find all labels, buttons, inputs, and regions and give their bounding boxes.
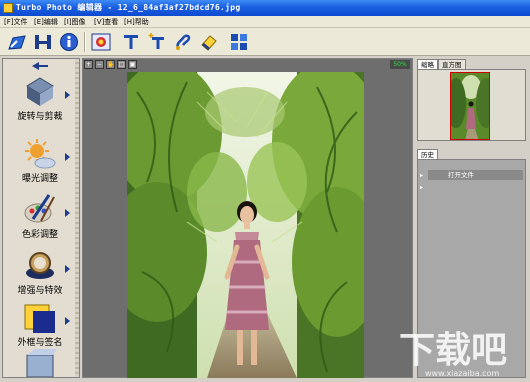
fit-window-icon[interactable]: □ <box>117 60 126 69</box>
tool-label: 色彩调整 <box>21 230 58 240</box>
color-adjust-icon <box>24 194 55 223</box>
watermark-logo: 下载吧 www.xiazaiba.com <box>395 322 530 380</box>
zoom-out-icon[interactable]: − <box>95 60 104 69</box>
frame-signature-icon <box>24 304 55 333</box>
menu-edit[interactable]: [E]编辑 <box>34 17 58 27</box>
tools-panel: 旋转与剪裁 曝光调整 色彩调整 增强与特效 外框与签名 <box>2 58 80 378</box>
rotate-crop-icon <box>26 77 54 106</box>
info-icon <box>60 33 78 51</box>
menu-help[interactable]: [H]帮助 <box>124 17 149 27</box>
history-marker-icon: ▸ <box>420 184 424 191</box>
tool-label: 外框与签名 <box>17 338 63 348</box>
expand-arrow-icon[interactable] <box>65 317 70 325</box>
menu-bar: [F]文件 [E]编辑 [I]图像 [V]查看 [H]帮助 <box>0 16 530 28</box>
exposure-icon <box>25 139 56 169</box>
save-icon <box>35 35 51 49</box>
history-marker-icon: ▸ <box>420 172 424 179</box>
actual-size-icon[interactable]: ▣ <box>128 60 137 69</box>
toolbar <box>0 28 530 56</box>
open-button[interactable] <box>5 30 29 54</box>
brush-icon <box>176 34 191 50</box>
tool-label: 曝光调整 <box>21 174 58 184</box>
photo-icon <box>91 33 111 51</box>
tool-rotate-crop[interactable]: 旋转与剪裁 <box>7 71 73 137</box>
history-item[interactable]: 打开文件 <box>428 170 523 180</box>
text-tool-icon <box>124 35 138 49</box>
navigator-thumbnail[interactable] <box>450 72 490 140</box>
menu-file[interactable]: [F]文件 <box>4 17 28 27</box>
eraser-button[interactable] <box>197 30 221 54</box>
photo-image <box>127 72 364 378</box>
title-bar: Turbo Photo 编辑器 - 12_6_84af3af27bdcd76.j… <box>0 0 530 16</box>
text-add-icon <box>148 33 164 49</box>
expand-arrow-icon[interactable] <box>65 91 70 99</box>
text-tool-button[interactable] <box>119 30 143 54</box>
enhance-effects-icon <box>26 252 54 279</box>
svg-text:下载吧: 下载吧 <box>399 330 507 371</box>
expand-arrow-icon[interactable] <box>65 153 70 161</box>
open-icon <box>8 35 26 50</box>
text-add-button[interactable] <box>145 30 169 54</box>
photo-canvas[interactable] <box>127 72 364 378</box>
menu-view[interactable]: [V]查看 <box>94 17 118 27</box>
hand-tool-icon[interactable]: ✋ <box>106 60 115 69</box>
brush-button[interactable] <box>171 30 195 54</box>
photo-button[interactable] <box>89 30 113 54</box>
view-toolbar: + − ✋ □ ▣ 50% <box>82 60 413 70</box>
tool-label: 增强与特效 <box>17 286 63 296</box>
svg-text:www.xiazaiba.com: www.xiazaiba.com <box>425 369 499 378</box>
toolbar-separator <box>84 32 86 52</box>
panel-up-arrow-icon[interactable] <box>29 61 51 71</box>
zoom-level: 50% <box>390 60 410 69</box>
info-button[interactable] <box>57 30 81 54</box>
app-icon <box>3 3 13 13</box>
layout-button[interactable] <box>227 30 251 54</box>
zoom-in-icon[interactable]: + <box>84 60 93 69</box>
window-title: Turbo Photo 编辑器 - 12_6_84af3af27bdcd76.j… <box>16 3 241 12</box>
more-tools-icon[interactable] <box>21 349 57 377</box>
panel-scroll-stripe <box>75 59 79 377</box>
save-button[interactable] <box>31 30 55 54</box>
menu-image[interactable]: [I]图像 <box>64 17 86 27</box>
expand-arrow-icon[interactable] <box>65 209 70 217</box>
expand-arrow-icon[interactable] <box>65 265 70 273</box>
layout-icon <box>231 34 247 50</box>
eraser-icon <box>201 35 217 51</box>
tool-label: 旋转与剪裁 <box>17 112 63 122</box>
